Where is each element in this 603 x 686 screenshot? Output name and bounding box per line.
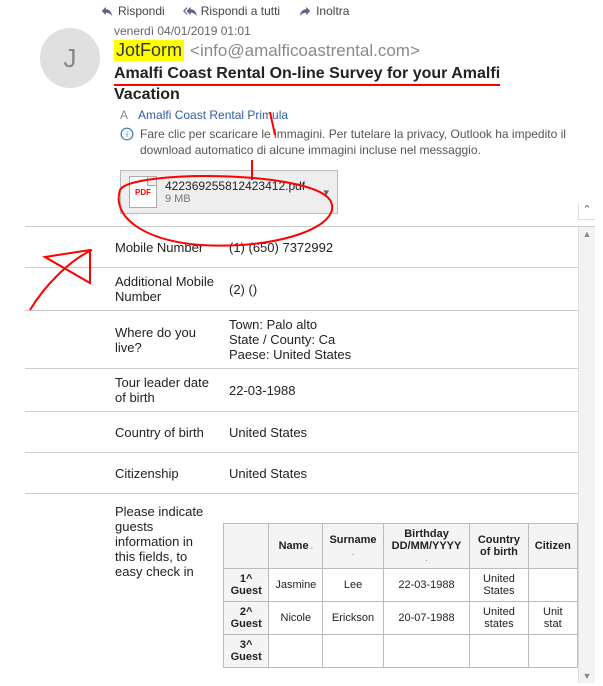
sender-name: JotForm [114, 40, 184, 61]
info-text: Fare clic per scaricare le immagini. Per… [140, 126, 593, 158]
subject-line-1: Amalfi Coast Rental On-line Survey for y… [114, 65, 500, 86]
to-name: Amalfi Coast Rental Primula [138, 108, 288, 122]
cell-country: United states [470, 602, 528, 635]
message-header: J venerdì 04/01/2019 01:01 JotForm <info… [0, 22, 603, 104]
field-value: (2) () [221, 276, 578, 303]
message-actions-toolbar: Rispondi Rispondi a tutti Inoltra [0, 0, 603, 22]
row-header: 1^ Guest [224, 569, 269, 602]
cell-citizen [528, 569, 577, 602]
field-label: Tour leader date of birth [25, 369, 221, 411]
row-header: 3^ Guest [224, 635, 269, 668]
pdf-icon: PDF [129, 176, 157, 208]
field-label: Country of birth [25, 419, 221, 446]
avatar: J [40, 28, 100, 88]
message-body: Mobile Number (1) (650) 7372992 Addition… [25, 226, 595, 683]
attachment-item[interactable]: PDF 42236925581​24234​12.pdf 9 MB ▾ [120, 170, 338, 214]
cell-name: Jasmine [269, 569, 323, 602]
field-label: Where do you live? [25, 319, 221, 361]
field-value: United States [221, 460, 578, 487]
reply-icon [100, 4, 114, 18]
expand-button[interactable]: ⌃ [578, 203, 595, 220]
reply-all-button[interactable]: Rispondi a tutti [183, 4, 280, 18]
to-label: A [120, 108, 128, 122]
cell-surname: Lee [323, 569, 383, 602]
field-value: 22-03-1988 [221, 377, 578, 404]
forward-icon [298, 4, 312, 18]
scrollbar[interactable]: ▲ ▼ [578, 227, 595, 683]
col-name[interactable]: Name [269, 524, 323, 569]
field-value: Town: Palo alto State / County: Ca Paese… [221, 311, 578, 368]
field-value: United States [221, 419, 578, 446]
avatar-initial: J [64, 43, 77, 74]
forward-button[interactable]: Inoltra [298, 4, 349, 18]
sender-email: <info@amalficoastrental.com> [190, 41, 420, 61]
field-label: Citizenship [25, 460, 221, 487]
reply-all-label: Rispondi a tutti [201, 4, 280, 18]
message-date: venerdì 04/01/2019 01:01 [114, 24, 593, 38]
attachment-name: 42236925581​24234​12.pdf [165, 179, 305, 193]
cell-birthday: 22-03-1988 [383, 569, 470, 602]
chevron-down-icon[interactable]: ▾ [323, 186, 329, 199]
reply-button[interactable]: Rispondi [100, 4, 165, 18]
col-country[interactable]: Country of birth [470, 524, 528, 569]
cell-name [269, 635, 323, 668]
subject-line-2: Vacation [114, 86, 593, 104]
field-label: Additional Mobile Number [25, 268, 221, 310]
cell-citizen [528, 635, 577, 668]
table-row: 3^ Guest [224, 635, 578, 668]
reply-all-icon [183, 4, 197, 18]
cell-name: Nicole [269, 602, 323, 635]
cell-birthday: 20-07-1988 [383, 602, 470, 635]
cell-surname [323, 635, 383, 668]
scroll-down-icon[interactable]: ▼ [583, 669, 592, 683]
scroll-up-icon[interactable]: ▲ [583, 227, 592, 241]
reply-label: Rispondi [118, 4, 165, 18]
svg-text:i: i [126, 130, 128, 139]
guests-table: Name Surname Birthday DD/MM/YYYY Country… [223, 523, 578, 668]
recipient-row: A Amalfi Coast Rental Primula [0, 104, 603, 124]
col-surname[interactable]: Surname [323, 524, 383, 569]
col-citizen[interactable]: Citizen [528, 524, 577, 569]
cell-surname: Erickson [323, 602, 383, 635]
cell-country [470, 635, 528, 668]
col-birthday[interactable]: Birthday DD/MM/YYYY [383, 524, 470, 569]
cell-birthday [383, 635, 470, 668]
table-row: 2^ GuestNicoleErickson20-07-1988United s… [224, 602, 578, 635]
field-label: Please indicate guests information in th… [25, 494, 221, 585]
field-label: Mobile Number [25, 234, 221, 261]
table-row: 1^ GuestJasmineLee22-03-1988United State… [224, 569, 578, 602]
cell-citizen: Unit stat [528, 602, 577, 635]
cell-country: United States [470, 569, 528, 602]
field-value: (1) (650) 7372992 [221, 234, 578, 261]
info-icon: i [120, 127, 134, 141]
attachment-size: 9 MB [165, 193, 305, 205]
forward-label: Inoltra [316, 4, 349, 18]
attachment-area: PDF 42236925581​24234​12.pdf 9 MB ▾ [0, 164, 578, 220]
image-download-notice[interactable]: i Fare clic per scaricare le immagini. P… [0, 124, 603, 164]
row-header: 2^ Guest [224, 602, 269, 635]
